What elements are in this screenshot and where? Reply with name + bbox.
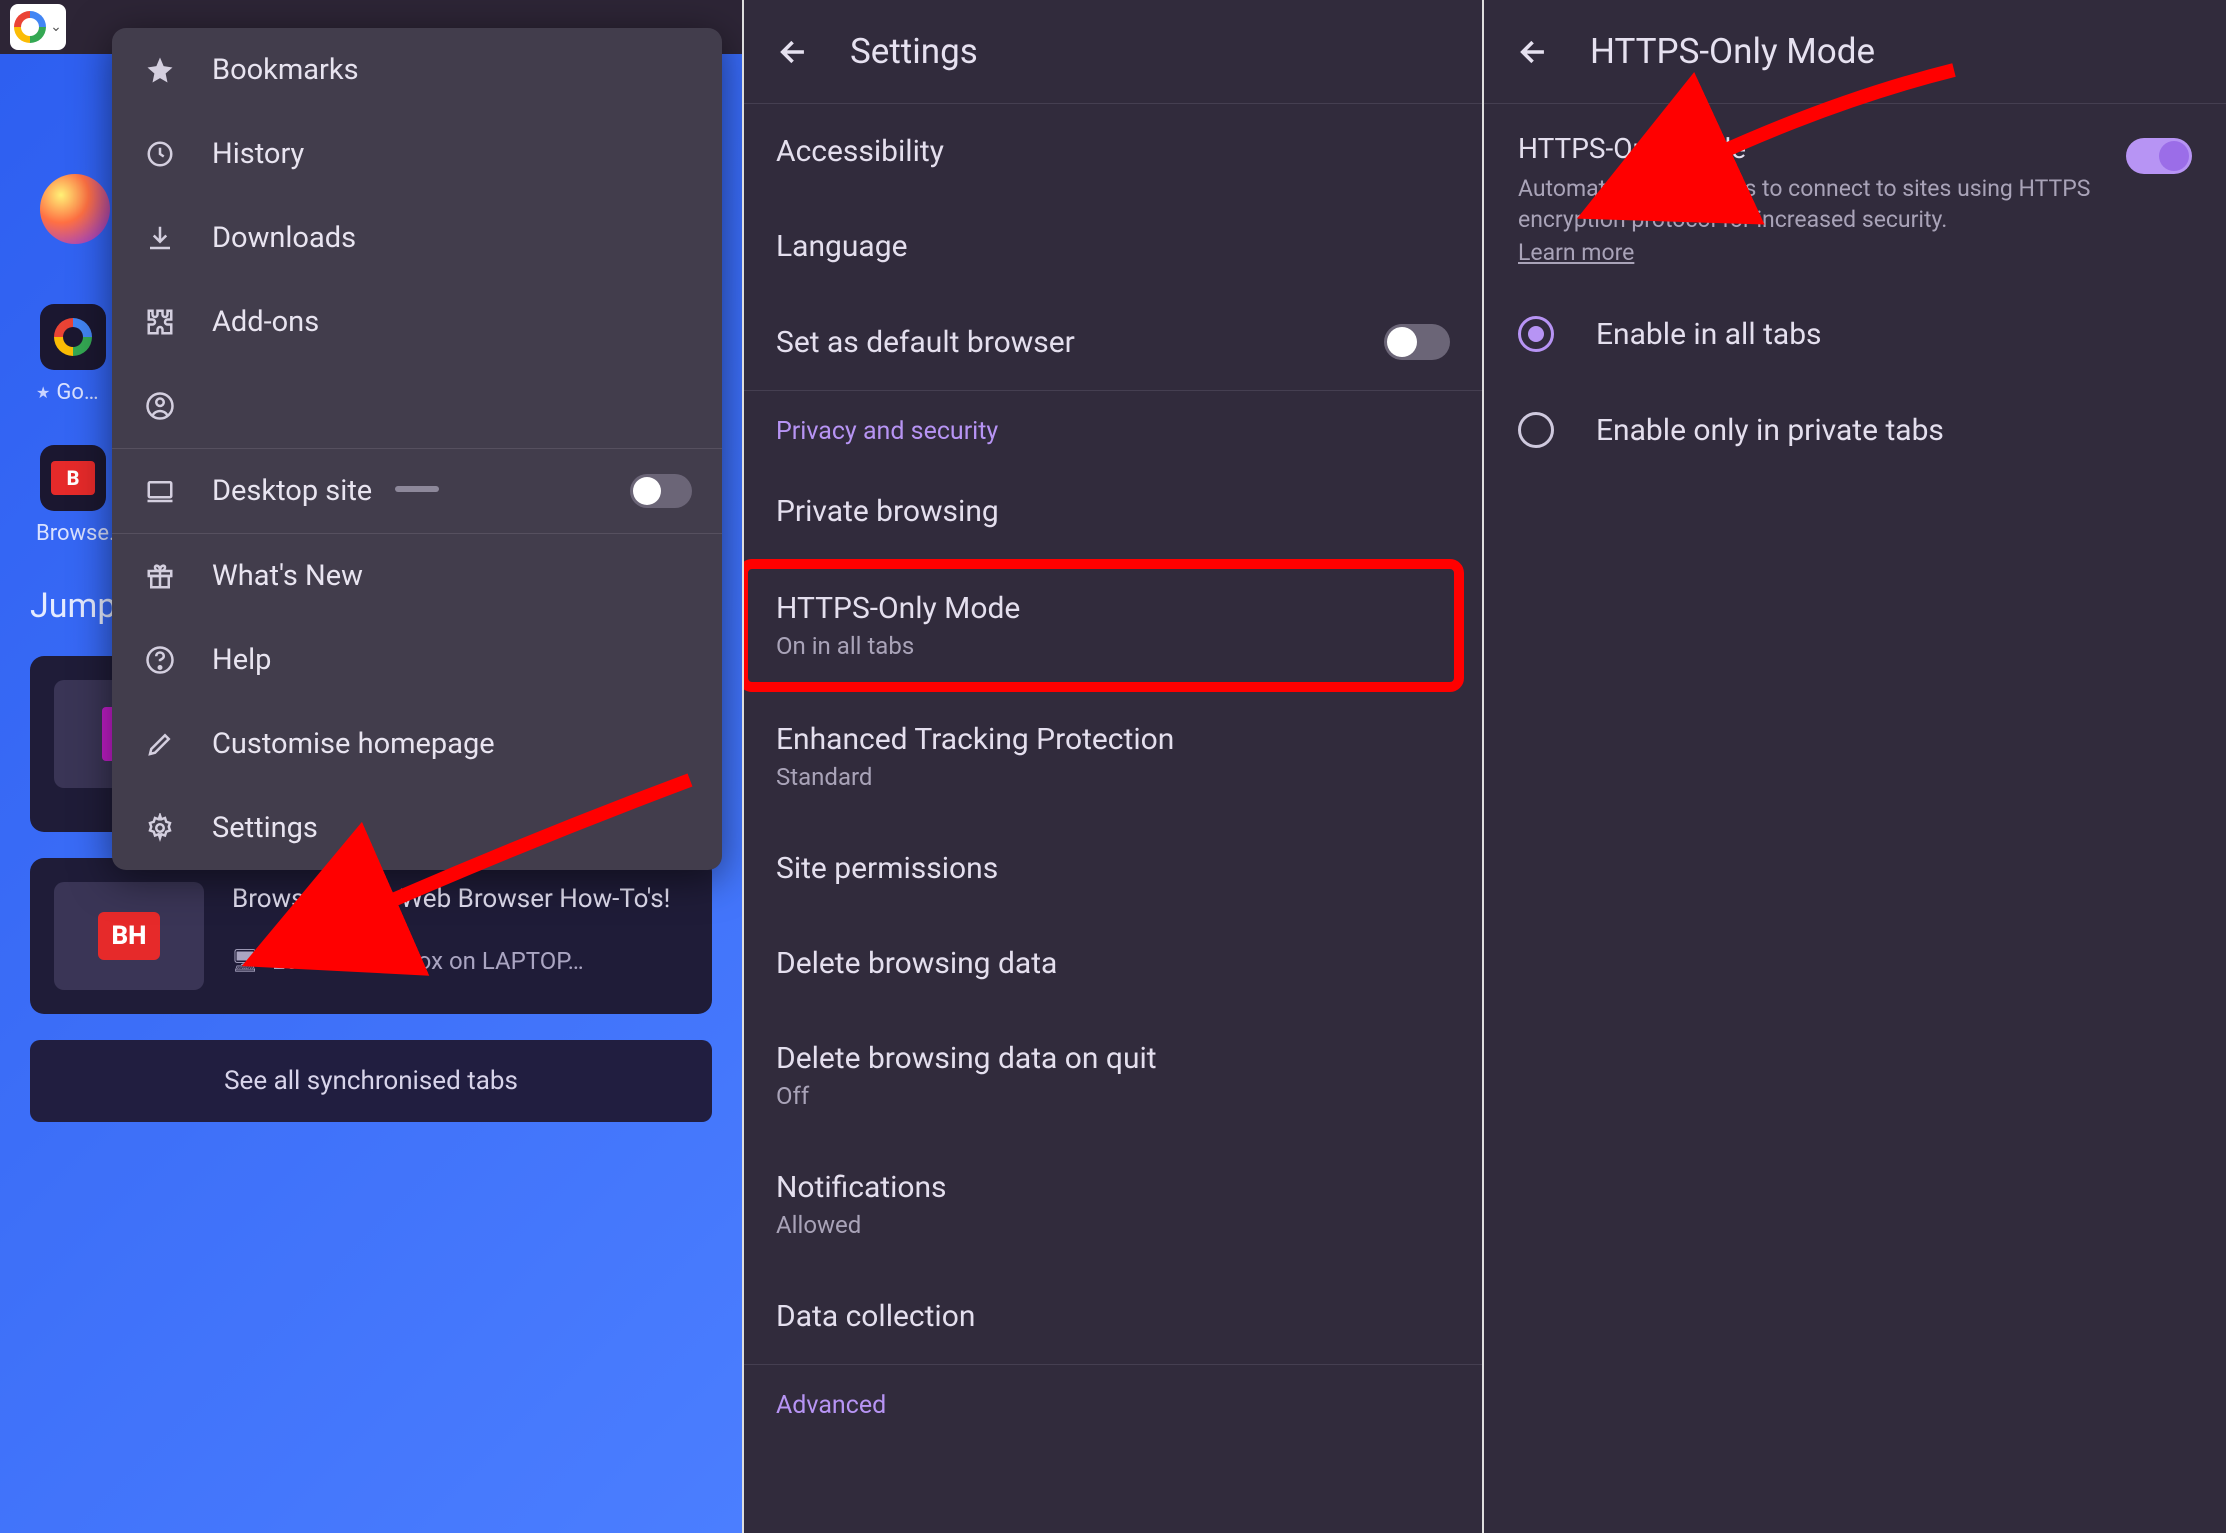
settings-label: Data collection: [776, 1299, 975, 1334]
menu-label: History: [212, 137, 304, 171]
settings-label: Notifications: [776, 1170, 947, 1205]
page-title: Settings: [850, 31, 978, 72]
settings-delete-browsing-data[interactable]: Delete browsing data: [744, 916, 1482, 1011]
option-title: HTTPS-Only Mode: [1518, 132, 2102, 165]
settings-label: Private browsing: [776, 494, 999, 529]
menu-downloads[interactable]: Downloads: [112, 196, 722, 280]
menu-settings[interactable]: Settings: [112, 786, 722, 870]
device-icon: 🖥: [232, 948, 258, 974]
desktop-site-toggle[interactable]: [630, 474, 692, 508]
account-icon: [142, 388, 178, 424]
settings-label: Site permissions: [776, 851, 998, 886]
top-site-google[interactable]: [40, 304, 106, 370]
menu-label: Desktop site: [212, 474, 372, 508]
top-site-browserhow[interactable]: B: [40, 445, 106, 511]
menu-addons[interactable]: Add-ons: [112, 280, 722, 364]
back-button[interactable]: [774, 32, 814, 72]
settings-accessibility[interactable]: Accessibility: [744, 104, 1482, 199]
learn-more-link[interactable]: Learn more: [1518, 239, 1634, 266]
settings-label: Accessibility: [776, 134, 944, 169]
section-privacy-security: Privacy and security: [744, 391, 1482, 464]
back-button[interactable]: [1514, 32, 1554, 72]
settings-delete-on-quit[interactable]: Delete browsing data on quit Off: [744, 1011, 1482, 1140]
settings-default-browser[interactable]: Set as default browser: [744, 294, 1482, 390]
menu-label: Add-ons: [212, 305, 319, 339]
menu-history[interactable]: History: [112, 112, 722, 196]
firefox-logo-icon: [40, 174, 110, 244]
highlight-box: HTTPS-Only Mode On in all tabs: [742, 559, 1464, 692]
menu-label: Settings: [212, 811, 318, 845]
settings-notifications[interactable]: Notifications Allowed: [744, 1140, 1482, 1269]
settings-label: Language: [776, 229, 908, 264]
option-description: Automatically attempts to connect to sit…: [1518, 173, 2102, 235]
gift-icon: [142, 558, 178, 594]
card-url: Lenovo's Firefox on LAPTOP…: [272, 947, 584, 975]
puzzle-icon: [142, 304, 178, 340]
radio-label: Enable only in private tabs: [1596, 413, 1944, 448]
menu-account[interactable]: [112, 364, 722, 448]
settings-label: HTTPS-Only Mode: [776, 591, 1020, 626]
settings-label: Set as default browser: [776, 325, 1075, 360]
help-icon: [142, 642, 178, 678]
star-icon: [142, 52, 178, 88]
menu-label: Help: [212, 643, 271, 677]
https-only-option: HTTPS-Only Mode Automatically attempts t…: [1484, 104, 2226, 286]
section-advanced: Advanced: [744, 1365, 1482, 1438]
card-title: BrowserHow - Web Browser How-To's!: [232, 882, 688, 917]
google-icon: [14, 11, 46, 43]
menu-help[interactable]: Help: [112, 618, 722, 702]
search-engine-chip[interactable]: ⌄: [10, 4, 66, 50]
chevron-down-icon: ⌄: [50, 19, 62, 35]
default-browser-toggle[interactable]: [1384, 324, 1450, 360]
settings-label: Delete browsing data on quit: [776, 1041, 1157, 1076]
https-only-header: HTTPS-Only Mode: [1484, 0, 2226, 104]
settings-sublabel: Allowed: [776, 1211, 947, 1239]
radio-icon: [1518, 412, 1554, 448]
settings-https-only-mode[interactable]: HTTPS-Only Mode On in all tabs: [748, 569, 1454, 682]
menu-label: Downloads: [212, 221, 356, 255]
radio-enable-all-tabs[interactable]: Enable in all tabs: [1484, 286, 2226, 382]
brush-icon: [142, 726, 178, 762]
overflow-menu: Bookmarks History Downloads Add-ons Desk…: [112, 28, 722, 870]
card-thumbnail: BH: [54, 882, 204, 990]
settings-sublabel: On in all tabs: [776, 632, 1020, 660]
sheet-handle[interactable]: [395, 486, 439, 492]
clock-icon: [142, 136, 178, 172]
menu-label: Bookmarks: [212, 53, 359, 87]
menu-label: What's New: [212, 559, 363, 593]
pin-icon: ★: [36, 383, 50, 402]
recent-card[interactable]: BH BrowserHow - Web Browser How-To's! 🖥 L…: [30, 858, 712, 1014]
settings-private-browsing[interactable]: Private browsing: [744, 464, 1482, 559]
settings-header: Settings: [744, 0, 1482, 104]
download-icon: [142, 220, 178, 256]
https-only-toggle[interactable]: [2126, 138, 2192, 174]
settings-label: Enhanced Tracking Protection: [776, 722, 1174, 757]
see-all-synced-tabs-button[interactable]: See all synchronised tabs: [30, 1040, 712, 1122]
gear-icon: [142, 810, 178, 846]
radio-label: Enable in all tabs: [1596, 317, 1822, 352]
menu-customise-homepage[interactable]: Customise homepage: [112, 702, 722, 786]
settings-data-collection[interactable]: Data collection: [744, 1269, 1482, 1364]
settings-language[interactable]: Language: [744, 199, 1482, 294]
settings-sublabel: Off: [776, 1082, 1157, 1110]
settings-site-permissions[interactable]: Site permissions: [744, 821, 1482, 916]
settings-sublabel: Standard: [776, 763, 1174, 791]
menu-label: Customise homepage: [212, 727, 495, 761]
settings-enhanced-tracking-protection[interactable]: Enhanced Tracking Protection Standard: [744, 692, 1482, 821]
page-title: HTTPS-Only Mode: [1590, 31, 1875, 72]
laptop-icon: [142, 473, 178, 509]
settings-label: Delete browsing data: [776, 946, 1057, 981]
radio-enable-private-tabs[interactable]: Enable only in private tabs: [1484, 382, 2226, 478]
menu-whats-new[interactable]: What's New: [112, 534, 722, 618]
menu-bookmarks[interactable]: Bookmarks: [112, 28, 722, 112]
radio-icon: [1518, 316, 1554, 352]
